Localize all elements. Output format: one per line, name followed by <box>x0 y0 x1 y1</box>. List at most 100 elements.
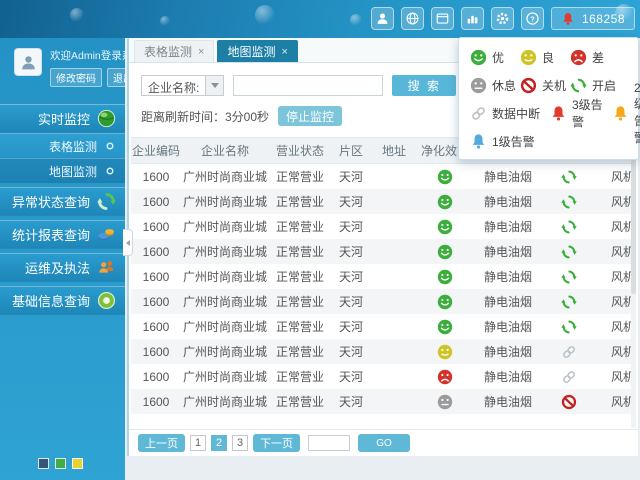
bubble-decoration <box>160 16 170 26</box>
dropdown-button[interactable] <box>205 76 224 95</box>
sidebar-item-table-monitor[interactable]: 表格监测 <box>0 133 125 158</box>
legend-item: 休息 <box>470 77 520 94</box>
alarm-level1-icon <box>470 133 487 150</box>
table-cell: 正常营业 <box>275 295 324 309</box>
stop-monitor-button[interactable]: 停止监控 <box>278 106 343 126</box>
table-cell: 静电油烟 <box>483 195 532 209</box>
table-cell: 广州时尚商业城 <box>182 345 267 359</box>
bullet-icon <box>104 165 116 177</box>
vertical-scrollbar[interactable] <box>631 130 636 428</box>
report-icon <box>97 225 116 244</box>
tab-table-monitor[interactable]: 表格监测 × <box>134 40 215 62</box>
table-cell: 天河 <box>338 195 363 209</box>
chart-icon[interactable] <box>460 7 484 30</box>
page-jump-input[interactable] <box>308 435 350 451</box>
sidebar-item-label: 异常状态查询 <box>11 195 90 210</box>
column-header: 地址 <box>381 144 406 158</box>
page-number-2[interactable]: 2 <box>211 435 227 451</box>
purifier-state-on-icon <box>543 319 595 335</box>
gear-icon[interactable] <box>490 7 514 30</box>
table-cell: 静电油烟 <box>483 295 532 309</box>
table-cell: 静电油烟 <box>483 395 532 409</box>
table-body: 1600 广州时尚商业城 正常营业 天河 静电油烟 风机 1600 广州时尚商业城 正常营业 天河… <box>131 164 635 414</box>
close-icon[interactable]: × <box>281 46 287 58</box>
bubble-decoration <box>255 5 275 25</box>
select-label: 企业名称: <box>148 81 200 95</box>
table-cell: 静电油烟 <box>483 370 532 384</box>
legend-label: 休息 <box>492 78 517 93</box>
legend-label: 关机 <box>542 78 567 93</box>
user-icon[interactable] <box>370 7 394 30</box>
legend-label: 3级告警 <box>572 98 603 129</box>
purifier-state-on-icon <box>543 294 595 310</box>
table-cell: 天河 <box>338 270 363 284</box>
table-cell: 正常营业 <box>275 395 324 409</box>
go-button[interactable]: GO <box>358 434 410 452</box>
sidebar-collapse-handle[interactable] <box>123 229 133 256</box>
legend-item: 差 <box>570 49 604 66</box>
status-square <box>38 458 49 469</box>
table-cell: 1600 <box>142 169 170 184</box>
change-password-button[interactable]: 修改密码 <box>50 68 102 87</box>
table-cell: 广州时尚商业城 <box>182 170 267 184</box>
legend-label: 1级告警 <box>492 134 535 149</box>
efficiency-poor-icon <box>417 369 473 385</box>
search-input[interactable] <box>233 75 384 96</box>
company-name-select[interactable]: 企业名称: <box>141 75 225 96</box>
prev-page-button[interactable]: 上一页 <box>138 434 185 452</box>
alarm-counter[interactable]: 168258 <box>550 7 635 30</box>
sidebar-item-operations-enforcement[interactable]: 运维及执法 <box>0 253 125 282</box>
page-number-3[interactable]: 3 <box>232 435 248 451</box>
close-icon[interactable]: × <box>198 46 204 58</box>
column-header: 企业编码 <box>131 144 180 158</box>
table-cell: 正常营业 <box>275 195 324 209</box>
efficiency-excellent-icon <box>417 269 473 285</box>
table-cell: 静电油烟 <box>483 170 532 184</box>
sidebar-item-label: 实时监控 <box>37 112 90 127</box>
column-header: 片区 <box>338 144 363 158</box>
sidebar-item-label: 表格监测 <box>48 139 97 154</box>
table-cell: 1600 <box>142 269 170 284</box>
legend-item: 关机 <box>520 77 570 94</box>
table-row: 1600 广州时尚商业城 正常营业 天河 静电油烟 风机 <box>131 239 635 264</box>
table-cell: 1600 <box>142 194 170 209</box>
data-interrupt-icon <box>470 105 487 122</box>
sidebar-item-statistics-report-query[interactable]: 统计报表查询 <box>0 220 125 249</box>
table-row: 1600 广州时尚商业城 正常营业 天河 静电油烟 风机 <box>131 189 635 214</box>
next-page-button[interactable]: 下一页 <box>253 434 300 452</box>
bullet-icon <box>104 140 116 152</box>
column-header: 营业状态 <box>275 144 324 158</box>
purifier-state-on-icon <box>543 244 595 260</box>
efficiency-excellent-icon <box>417 319 473 335</box>
alarm-count: 168258 <box>581 11 625 26</box>
page-number-1[interactable]: 1 <box>190 435 206 451</box>
table-cell: 1600 <box>142 319 170 334</box>
efficiency-excellent-icon <box>417 169 473 185</box>
avatar <box>14 48 42 76</box>
table-cell: 1600 <box>142 244 170 259</box>
enterprise-table: 企业编码企业名称营业状态片区地址净化效能净化器名称净化器状态 1600广州时尚商… <box>131 137 635 414</box>
table-cell: 静电油烟 <box>483 245 532 259</box>
sidebar-item-map-monitor[interactable]: 地图监测 <box>0 158 125 183</box>
sidebar-item-basic-info-query[interactable]: 基础信息查询 <box>0 286 125 315</box>
sidebar-item-label: 统计报表查询 <box>11 228 90 243</box>
legend-label: 2级告警 <box>634 80 640 145</box>
pagination-bar: 上一页 123 下一页 GO <box>129 429 638 456</box>
purifier-state-on-icon <box>543 219 595 235</box>
table-cell: 1600 <box>142 219 170 234</box>
smiley-poor-icon <box>570 49 587 66</box>
people-icon <box>97 258 116 277</box>
help-icon[interactable]: ? <box>520 7 544 30</box>
tab-map-monitor[interactable]: 地图监测 × <box>217 40 298 62</box>
table-cell: 广州时尚商业城 <box>182 245 267 259</box>
chevron-left-icon <box>125 239 130 246</box>
sidebar-item-realtime-monitor[interactable]: 实时监控 <box>0 104 125 133</box>
sidebar-item-abnormal-status-query[interactable]: 异常状态查询 <box>0 187 125 216</box>
window-icon[interactable] <box>430 7 454 30</box>
table-cell: 1600 <box>142 394 170 409</box>
svg-text:?: ? <box>530 14 535 23</box>
globe-icon[interactable] <box>400 7 424 30</box>
search-button[interactable]: 搜 索 <box>392 75 457 96</box>
table-cell: 静电油烟 <box>483 220 532 234</box>
purifier-state-on-icon <box>543 269 595 285</box>
